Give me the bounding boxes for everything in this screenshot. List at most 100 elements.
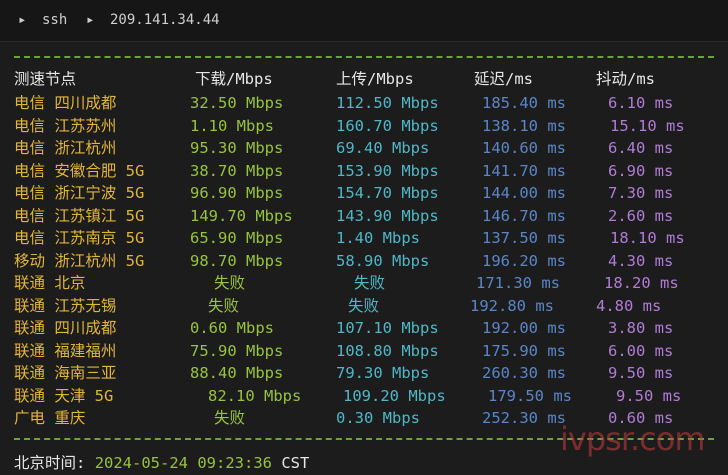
latency-value: 192.00 ms bbox=[482, 319, 566, 337]
node-name: 联通 海南三亚 bbox=[14, 364, 117, 382]
latency-value: 175.90 ms bbox=[482, 341, 566, 360]
upload-value: 108.80 Mbps bbox=[336, 341, 439, 360]
header-download: 下载/Mbps bbox=[195, 70, 273, 88]
upload-value: 0.30 Mbps bbox=[336, 409, 420, 427]
jitter-value: 6.90 ms bbox=[608, 161, 674, 180]
latency-value: 196.20 ms bbox=[482, 251, 566, 270]
node-name: 联通 福建福州 bbox=[14, 341, 117, 360]
download-value: 失败 bbox=[214, 274, 246, 292]
chevron-right-icon[interactable]: ▸ bbox=[86, 12, 94, 28]
node-name: 联通 江苏无锡 bbox=[14, 296, 117, 315]
node-name: 电信 江苏苏州 bbox=[14, 116, 117, 135]
latency-value: 171.30 ms bbox=[476, 274, 560, 292]
node-name: 联通 四川成都 bbox=[14, 319, 117, 337]
upload-value: 107.10 Mbps bbox=[336, 319, 439, 337]
timezone-label: CST bbox=[281, 454, 310, 472]
upload-value: 153.90 Mbps bbox=[336, 161, 439, 180]
table-row: 联通 江苏无锡 失败 失败 192.80 ms 4.80 ms bbox=[0, 295, 728, 317]
jitter-value: 6.40 ms bbox=[608, 139, 674, 157]
table-row: 电信 浙江宁波 5G 96.90 Mbps 154.70 Mbps 144.00 ms… bbox=[0, 182, 728, 204]
table-header: 测速节点 下载/Mbps 上传/Mbps 延迟/ms 抖动/ms bbox=[0, 68, 728, 90]
upload-value: 79.30 Mbps bbox=[336, 364, 430, 382]
host-address[interactable]: 209.141.34.44 bbox=[110, 12, 220, 28]
latency-value: 252.30 ms bbox=[482, 409, 566, 427]
node-name: 联通 天津 5G bbox=[14, 386, 114, 405]
latency-value: 260.30 ms bbox=[482, 364, 566, 382]
latency-value: 141.70 ms bbox=[482, 161, 566, 180]
upload-value: 1.40 Mbps bbox=[336, 229, 420, 247]
table-row: 联通 天津 5G 82.10 Mbps 109.20 Mbps 179.50 ms 9.… bbox=[0, 385, 728, 407]
download-value: 32.50 Mbps bbox=[190, 94, 284, 112]
download-value: 0.60 Mbps bbox=[190, 319, 274, 337]
download-value: 149.70 Mbps bbox=[190, 206, 293, 225]
table-row: 电信 浙江杭州 95.30 Mbps 69.40 Mbps 140.60 ms 6.40… bbox=[0, 137, 728, 159]
beijing-time-label: 北京时间: bbox=[14, 454, 86, 472]
latency-value: 137.50 ms bbox=[482, 229, 566, 247]
node-name: 电信 江苏南京 5G bbox=[14, 229, 145, 247]
download-value: 82.10 Mbps bbox=[208, 386, 302, 405]
jitter-value: 15.10 ms bbox=[610, 116, 685, 135]
node-name: 电信 四川成都 bbox=[14, 94, 117, 112]
table-row: 电信 江苏南京 5G 65.90 Mbps 1.40 Mbps 137.50 ms 18… bbox=[0, 227, 728, 249]
table-row: 移动 浙江杭州 5G 98.70 Mbps 58.90 Mbps 196.20 ms 4… bbox=[0, 250, 728, 272]
node-name: 广电 重庆 bbox=[14, 409, 86, 427]
table-row: 联通 福建福州 75.90 Mbps 108.80 Mbps 175.90 ms 6.0… bbox=[0, 340, 728, 362]
download-value: 失败 bbox=[214, 409, 246, 427]
download-value: 96.90 Mbps bbox=[190, 184, 284, 202]
download-value: 失败 bbox=[208, 296, 240, 315]
upload-value: 58.90 Mbps bbox=[336, 251, 430, 270]
upload-value: 112.50 Mbps bbox=[336, 94, 439, 112]
dashed-divider-top bbox=[14, 56, 714, 58]
header-node: 测速节点 bbox=[14, 70, 77, 88]
session-type-label[interactable]: ssh bbox=[42, 12, 67, 28]
table-row: 电信 安徽合肥 5G 38.70 Mbps 153.90 Mbps 141.70 ms… bbox=[0, 160, 728, 182]
download-value: 88.40 Mbps bbox=[190, 364, 284, 382]
node-name: 电信 浙江宁波 5G bbox=[14, 184, 145, 202]
upload-value: 143.90 Mbps bbox=[336, 206, 439, 225]
upload-value: 失败 bbox=[354, 274, 386, 292]
download-value: 38.70 Mbps bbox=[190, 161, 284, 180]
jitter-value: 7.30 ms bbox=[608, 184, 674, 202]
download-value: 98.70 Mbps bbox=[190, 251, 284, 270]
upload-value: 失败 bbox=[348, 296, 380, 315]
latency-value: 140.60 ms bbox=[482, 139, 566, 157]
download-value: 75.90 Mbps bbox=[190, 341, 284, 360]
download-value: 65.90 Mbps bbox=[190, 229, 284, 247]
chevron-right-icon[interactable]: ▸ bbox=[18, 12, 26, 28]
latency-value: 179.50 ms bbox=[488, 386, 572, 405]
jitter-value: 6.00 ms bbox=[608, 341, 674, 360]
watermark-logo: ivpsr.com bbox=[560, 420, 706, 458]
latency-value: 192.80 ms bbox=[470, 296, 554, 315]
table-row: 电信 江苏镇江 5G 149.70 Mbps 143.90 Mbps 146.70 m… bbox=[0, 205, 728, 227]
upload-value: 69.40 Mbps bbox=[336, 139, 430, 157]
node-name: 联通 北京 bbox=[14, 274, 86, 292]
jitter-value: 6.10 ms bbox=[608, 94, 674, 112]
jitter-value: 9.50 ms bbox=[616, 386, 682, 405]
latency-value: 146.70 ms bbox=[482, 206, 566, 225]
jitter-value: 4.30 ms bbox=[608, 251, 674, 270]
upload-value: 109.20 Mbps bbox=[343, 386, 446, 405]
latency-value: 138.10 ms bbox=[482, 116, 566, 135]
node-name: 电信 浙江杭州 bbox=[14, 139, 117, 157]
latency-value: 185.40 ms bbox=[482, 94, 566, 112]
download-value: 1.10 Mbps bbox=[190, 116, 274, 135]
header-latency: 延迟/ms bbox=[474, 70, 533, 88]
terminal-titlebar: ▸ ssh ▸ 209.141.34.44 bbox=[0, 0, 728, 42]
node-name: 电信 安徽合肥 5G bbox=[14, 161, 145, 180]
upload-value: 154.70 Mbps bbox=[336, 184, 439, 202]
jitter-value: 4.80 ms bbox=[596, 296, 662, 315]
table-row: 联通 海南三亚 88.40 Mbps 79.30 Mbps 260.30 ms 9.50… bbox=[0, 362, 728, 384]
jitter-value: 18.20 ms bbox=[604, 274, 679, 292]
jitter-value: 3.80 ms bbox=[608, 319, 674, 337]
download-value: 95.30 Mbps bbox=[190, 139, 284, 157]
jitter-value: 2.60 ms bbox=[608, 206, 674, 225]
jitter-value: 9.50 ms bbox=[608, 364, 674, 382]
table-row: 电信 江苏苏州 1.10 Mbps 160.70 Mbps 138.10 ms 15.1… bbox=[0, 115, 728, 137]
datetime-value: 2024-05-24 09:23:36 bbox=[94, 454, 272, 472]
terminal-output[interactable]: 测速节点 下载/Mbps 上传/Mbps 延迟/ms 抖动/ms 电信 四川成都… bbox=[0, 42, 728, 475]
header-upload: 上传/Mbps bbox=[336, 70, 414, 88]
table-row: 联通 北京 失败 失败 171.30 ms 18.20 ms bbox=[0, 272, 728, 294]
latency-value: 144.00 ms bbox=[482, 184, 566, 202]
table-row: 联通 四川成都 0.60 Mbps 107.10 Mbps 192.00 ms 3.80… bbox=[0, 317, 728, 339]
node-name: 移动 浙江杭州 5G bbox=[14, 251, 145, 270]
